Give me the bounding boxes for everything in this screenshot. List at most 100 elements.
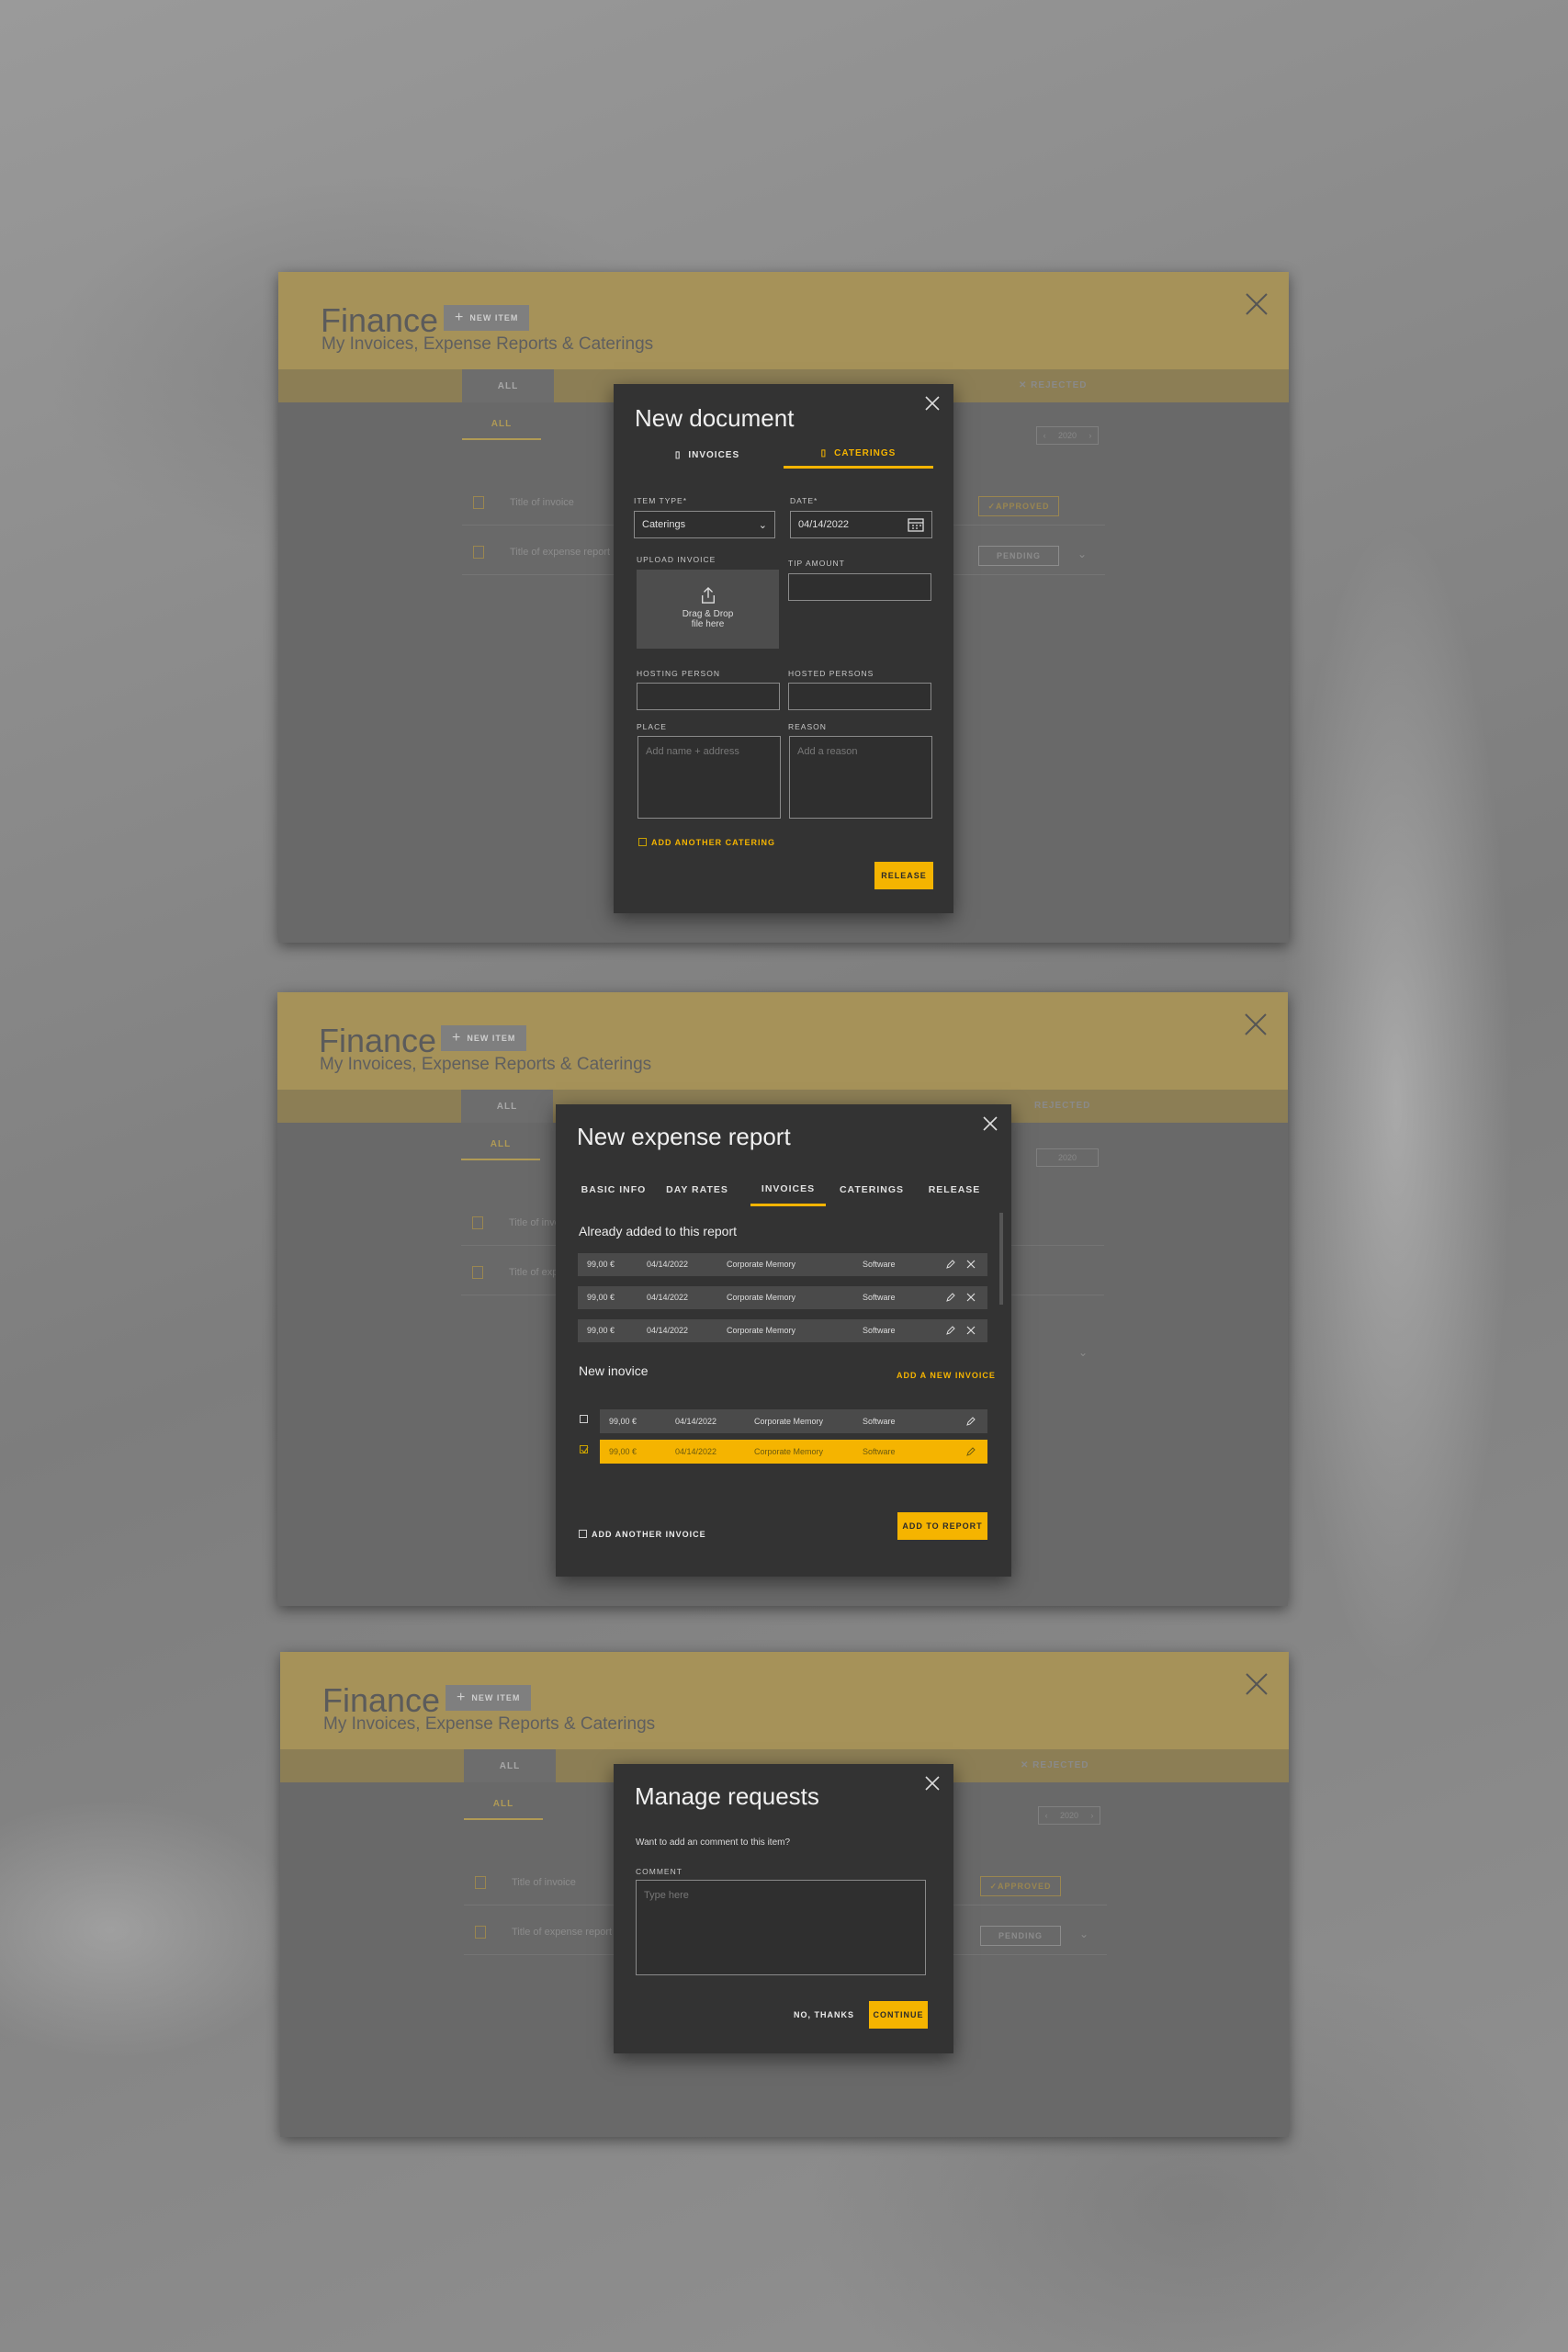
document-icon xyxy=(475,1926,486,1939)
place-input[interactable]: Add name + address xyxy=(637,736,781,819)
date-field[interactable]: 04/14/2022 xyxy=(790,511,932,538)
tab-rejected-label: REJECTED xyxy=(1031,380,1088,390)
document-icon xyxy=(472,1216,483,1229)
close-icon[interactable] xyxy=(1242,1011,1269,1038)
add-another-catering-checkbox[interactable] xyxy=(638,838,647,846)
subtab-all[interactable]: ALL xyxy=(462,419,541,440)
hosted-persons-input[interactable] xyxy=(788,683,931,710)
new-item-button[interactable]: + NEW ITEM xyxy=(444,305,530,331)
chevron-down-icon[interactable]: ⌄ xyxy=(1077,548,1087,560)
table-row[interactable]: 99,00 € 04/14/2022 Corporate Memory Soft… xyxy=(578,1319,987,1342)
hosting-person-input[interactable] xyxy=(637,683,780,710)
upload-icon xyxy=(701,586,715,604)
year-selector[interactable]: 2020 xyxy=(1036,1148,1099,1167)
tab-all[interactable]: ALL xyxy=(462,369,554,402)
hosting-person-label: HOSTING PERSON xyxy=(637,669,720,678)
chevron-left-icon[interactable]: ‹ xyxy=(1045,1811,1048,1820)
tab-invoices[interactable]: INVOICES xyxy=(750,1173,826,1206)
close-icon[interactable] xyxy=(1243,290,1270,318)
subtab-all[interactable]: ALL xyxy=(464,1799,543,1820)
new-item-button[interactable]: + NEW ITEM xyxy=(441,1025,527,1051)
tab-basic-info[interactable]: BASIC INFO xyxy=(576,1173,651,1206)
no-thanks-button[interactable]: NO, THANKS xyxy=(794,2010,854,2019)
close-icon[interactable] xyxy=(965,1259,976,1270)
pencil-icon[interactable] xyxy=(945,1292,956,1303)
status-label: PENDING xyxy=(996,551,1041,560)
checkmark-icon xyxy=(581,1446,589,1453)
pencil-icon[interactable] xyxy=(945,1325,956,1336)
pencil-icon[interactable] xyxy=(965,1416,976,1427)
pencil-icon[interactable] xyxy=(965,1446,976,1457)
row-vendor: Corporate Memory xyxy=(727,1326,796,1335)
chevron-down-icon[interactable]: ⌄ xyxy=(1078,1346,1088,1359)
page-subtitle: My Invoices, Expense Reports & Caterings xyxy=(321,334,654,354)
tab-all[interactable]: ALL xyxy=(464,1749,556,1782)
tab-rejected[interactable]: REJECTED xyxy=(1034,1101,1090,1111)
comment-input[interactable]: Type here xyxy=(636,1880,926,1975)
table-row[interactable]: 99,00 € 04/14/2022 Corporate Memory Soft… xyxy=(578,1253,987,1276)
chevron-down-icon[interactable]: ⌄ xyxy=(1079,1928,1089,1940)
date-value: 04/14/2022 xyxy=(798,519,850,530)
chevron-right-icon[interactable]: › xyxy=(1089,431,1091,440)
new-item-button[interactable]: + NEW ITEM xyxy=(446,1685,532,1711)
calendar-icon[interactable] xyxy=(908,517,924,532)
tab-rejected-label: REJECTED xyxy=(1032,1760,1089,1770)
add-another-catering-link[interactable]: ADD ANOTHER CATERING xyxy=(651,838,775,847)
row-date: 04/14/2022 xyxy=(675,1417,717,1426)
finance-window-1: Finance + NEW ITEM My Invoices, Expense R… xyxy=(278,272,1289,943)
plus-icon: + xyxy=(452,1030,462,1046)
reason-placeholder: Add a reason xyxy=(797,746,858,757)
chevron-down-icon: ⌄ xyxy=(758,519,767,531)
close-icon[interactable] xyxy=(965,1292,976,1303)
scrollbar[interactable] xyxy=(999,1213,1003,1305)
pencil-icon[interactable] xyxy=(945,1259,956,1270)
plus-icon: + xyxy=(455,310,465,325)
tab-invoices[interactable]: ▯ INVOICES xyxy=(634,441,781,469)
tab-rejected[interactable]: ✕ REJECTED xyxy=(1019,380,1088,390)
tab-caterings[interactable]: CATERINGS xyxy=(835,1173,908,1206)
table-row[interactable]: 99,00 € 04/14/2022 Corporate Memory Soft… xyxy=(600,1409,987,1433)
continue-button[interactable]: CONTINUE xyxy=(869,2001,928,2029)
add-to-report-button[interactable]: ADD TO REPORT xyxy=(897,1512,987,1540)
chevron-left-icon[interactable]: ‹ xyxy=(1043,431,1046,440)
row-checkbox-checked[interactable] xyxy=(580,1445,589,1453)
status-badge: ✓ APPROVED xyxy=(978,496,1059,516)
place-placeholder: Add name + address xyxy=(646,746,739,757)
close-icon[interactable] xyxy=(965,1325,976,1336)
item-type-select[interactable]: Caterings ⌄ xyxy=(634,511,775,538)
tab-all[interactable]: ALL xyxy=(461,1090,553,1123)
tip-amount-input[interactable] xyxy=(788,573,931,601)
close-icon[interactable] xyxy=(922,393,942,413)
release-button[interactable]: RELEASE xyxy=(874,862,933,889)
status-label: APPROVED xyxy=(996,502,1050,511)
add-another-invoice-link[interactable]: ADD ANOTHER INVOICE xyxy=(592,1530,706,1539)
modal-question: Want to add an comment to this item? xyxy=(636,1838,791,1848)
reason-input[interactable]: Add a reason xyxy=(789,736,932,819)
chevron-right-icon[interactable]: › xyxy=(1090,1811,1093,1820)
table-row[interactable]: 99,00 € 04/14/2022 Corporate Memory Soft… xyxy=(578,1286,987,1309)
row-category: Software xyxy=(863,1447,896,1456)
close-icon[interactable] xyxy=(1243,1670,1270,1698)
list-item-title: Title of invoice xyxy=(510,497,574,508)
already-added-title: Already added to this report xyxy=(579,1224,737,1238)
upload-invoice-label: UPLOAD INVOICE xyxy=(637,555,716,564)
tab-rejected[interactable]: ✕ REJECTED xyxy=(1021,1760,1089,1770)
new-document-modal: New document ▯ INVOICES ▯ CATERINGS ITEM T… xyxy=(614,384,953,913)
year-selector[interactable]: ‹ 2020 › xyxy=(1038,1806,1100,1825)
upload-dropzone[interactable]: Drag & Drop file here xyxy=(637,570,779,649)
tab-release[interactable]: RELEASE xyxy=(918,1173,991,1206)
year-value: 2020 xyxy=(1057,431,1077,440)
subtab-all[interactable]: ALL xyxy=(461,1139,540,1160)
status-badge: ✓ APPROVED xyxy=(980,1876,1061,1896)
tab-caterings[interactable]: ▯ CATERINGS xyxy=(784,441,933,469)
close-icon[interactable] xyxy=(980,1114,1000,1134)
year-selector[interactable]: ‹ 2020 › xyxy=(1036,426,1099,445)
new-expense-report-modal: New expense report BASIC INFO DAY RATES … xyxy=(556,1104,1011,1577)
add-another-invoice-checkbox[interactable] xyxy=(579,1530,587,1538)
add-new-invoice-link[interactable]: ADD A NEW INVOICE xyxy=(897,1371,996,1380)
table-row-selected[interactable]: 99,00 € 04/14/2022 Corporate Memory Soft… xyxy=(600,1440,987,1464)
row-vendor: Corporate Memory xyxy=(727,1293,796,1302)
row-checkbox[interactable] xyxy=(580,1415,588,1423)
tab-day-rates[interactable]: DAY RATES xyxy=(660,1173,734,1206)
close-icon[interactable] xyxy=(922,1773,942,1793)
